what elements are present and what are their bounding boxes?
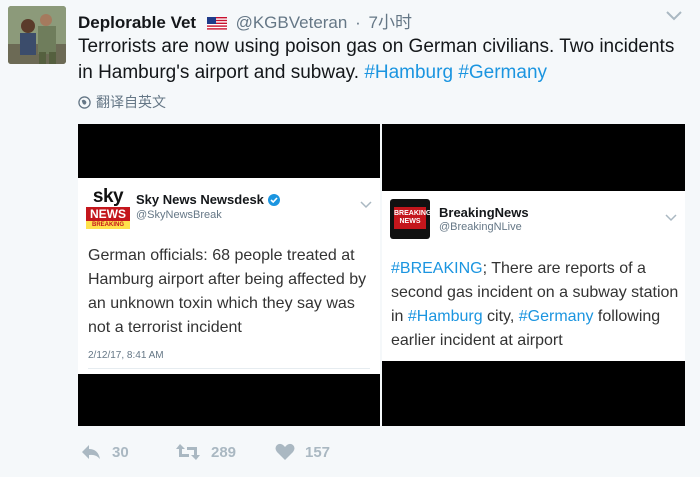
embedded-tweet-date: 2/12/17, 8:41 AM: [88, 350, 164, 361]
embedded-tweet-text: German officials: 68 people treated at H…: [88, 247, 367, 336]
divider: [88, 368, 370, 369]
reply-icon: [82, 445, 100, 459]
tweet-header: Deplorable Vet @KGBVeteran · 7小时: [78, 8, 412, 35]
author-handle[interactable]: @KGBVeteran: [236, 13, 348, 32]
hashtag-link[interactable]: #Germany: [458, 62, 547, 83]
breaking-news-logo: BREAKING NEWS: [390, 199, 430, 239]
reply-count: 30: [112, 444, 129, 461]
header-separator: ·: [355, 13, 361, 32]
translate-link[interactable]: 翻译自英文: [78, 92, 166, 112]
chevron-down-icon[interactable]: [664, 8, 684, 24]
embedded-account-name: Sky News Newsdesk: [136, 192, 280, 209]
translate-label: 翻译自英文: [96, 94, 166, 110]
embedded-tweet-card: sky NEWS BREAKING Sky News Newsdesk @Sky…: [78, 178, 380, 374]
us-flag-icon: [206, 15, 227, 35]
media-image-right[interactable]: BREAKING NEWS BreakingNews @BreakingNLiv…: [382, 124, 685, 426]
chevron-down-icon: [665, 209, 677, 222]
embedded-account-handle: @SkyNewsBreak: [136, 209, 222, 221]
like-count: 157: [305, 444, 331, 461]
heart-icon: [275, 443, 295, 460]
embedded-account-handle: @BreakingNLive: [439, 221, 522, 233]
verified-icon: [267, 194, 280, 209]
reply-button[interactable]: 30: [80, 443, 129, 461]
retweet-button[interactable]: 289: [175, 443, 236, 461]
embedded-account-name: BreakingNews: [439, 205, 529, 220]
globe-icon: [78, 96, 91, 109]
like-button[interactable]: 157: [275, 443, 330, 461]
embedded-tweet-text: #BREAKING; There are reports of a second…: [391, 260, 679, 349]
retweet-icon: [176, 444, 200, 460]
tweet-time[interactable]: 7小时: [368, 13, 411, 32]
retweet-count: 289: [211, 444, 237, 461]
avatar[interactable]: [8, 6, 66, 64]
embedded-tweet-card: BREAKING NEWS BreakingNews @BreakingNLiv…: [382, 191, 685, 361]
tweet-text: Terrorists are now using poison gas on G…: [78, 34, 688, 86]
chevron-down-icon: [360, 196, 372, 209]
author-name[interactable]: Deplorable Vet: [78, 13, 196, 32]
media-image-left[interactable]: sky NEWS BREAKING Sky News Newsdesk @Sky…: [78, 124, 380, 426]
hashtag-link[interactable]: #Hamburg: [364, 62, 453, 83]
sky-news-logo: sky NEWS BREAKING: [86, 187, 130, 230]
